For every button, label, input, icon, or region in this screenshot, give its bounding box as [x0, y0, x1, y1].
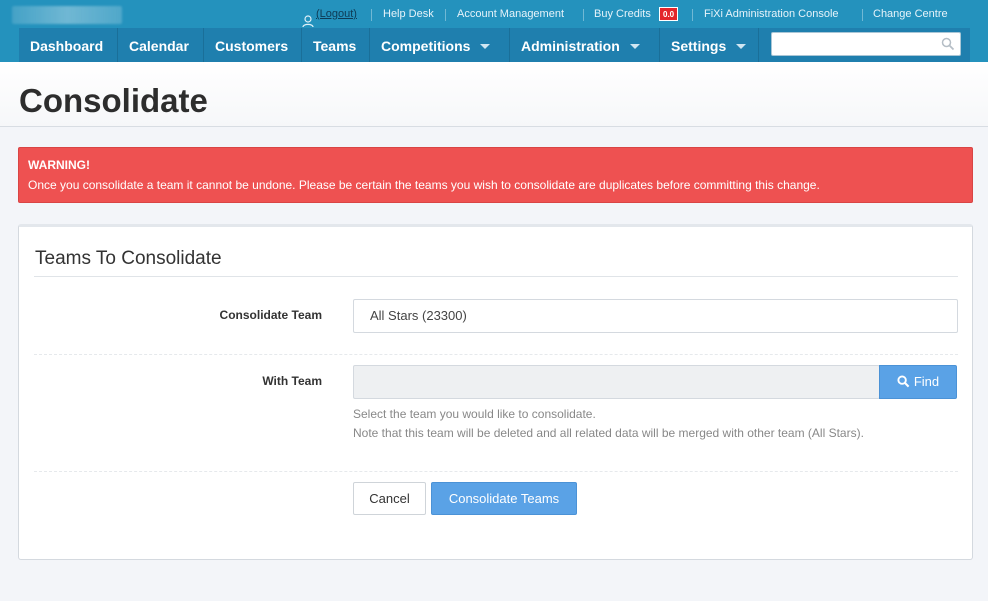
- with-team-label: With Team: [262, 374, 322, 388]
- find-button[interactable]: Find: [879, 365, 957, 399]
- caret-down-icon: [736, 43, 747, 49]
- credits-badge: 0.0: [659, 7, 679, 21]
- nav-label: Dashboard: [30, 38, 104, 54]
- nav-label: Competitions: [381, 38, 471, 54]
- consolidate-team-label: Consolidate Team: [219, 308, 322, 322]
- consolidate-team-field[interactable]: All Stars (23300): [353, 299, 958, 333]
- nav-label: Settings: [671, 38, 727, 54]
- divider: [445, 9, 446, 21]
- search-input[interactable]: [771, 32, 961, 56]
- buy-credits-link[interactable]: Buy Credits: [594, 8, 651, 20]
- page-title: Consolidate: [19, 82, 208, 119]
- help-desk-link[interactable]: Help Desk: [383, 8, 434, 20]
- help-note: Note that this team will be deleted and …: [353, 426, 864, 440]
- caret-down-icon: [480, 43, 491, 49]
- account-management-link[interactable]: Account Management: [457, 8, 564, 20]
- nav-dashboard[interactable]: Dashboard: [19, 28, 118, 62]
- consolidate-teams-button[interactable]: Consolidate Teams: [431, 482, 577, 515]
- warning-alert: WARNING! Once you consolidate a team it …: [18, 147, 973, 203]
- admin-console-link[interactable]: FiXi Administration Console: [704, 8, 839, 20]
- nav-label: Administration: [521, 38, 620, 54]
- nav-competitions[interactable]: Competitions: [370, 28, 510, 62]
- row-divider: [34, 354, 958, 355]
- nav-label: Teams: [313, 38, 357, 54]
- user-icon: [302, 15, 314, 28]
- nav-customers[interactable]: Customers: [204, 28, 302, 62]
- panel-divider: [34, 276, 958, 277]
- warning-title: WARNING!: [28, 158, 90, 172]
- find-label: Find: [913, 374, 940, 389]
- logout-link[interactable]: (Logout): [316, 8, 357, 20]
- utility-links: (Logout) Help Desk Account Management Bu…: [0, 8, 988, 28]
- row-divider: [34, 471, 958, 472]
- nav-label: Calendar: [129, 38, 189, 54]
- nav-label: Customers: [215, 38, 289, 54]
- help-text: Select the team you would like to consol…: [353, 407, 596, 421]
- cancel-button[interactable]: Cancel: [353, 482, 426, 515]
- caret-down-icon: [629, 43, 640, 49]
- search-icon[interactable]: [941, 37, 955, 51]
- nav-administration[interactable]: Administration: [510, 28, 660, 62]
- divider: [583, 9, 584, 21]
- warning-text: Once you consolidate a team it cannot be…: [28, 178, 820, 192]
- with-team-field[interactable]: [353, 365, 880, 399]
- divider: [862, 9, 863, 21]
- panel-title: Teams To Consolidate: [35, 248, 222, 269]
- nav-calendar[interactable]: Calendar: [118, 28, 204, 62]
- nav-teams[interactable]: Teams: [302, 28, 370, 62]
- magnifier-icon: [897, 375, 910, 388]
- divider: [692, 9, 693, 21]
- top-header: (Logout) Help Desk Account Management Bu…: [0, 0, 988, 62]
- consolidate-panel: Teams To Consolidate Consolidate Team Al…: [18, 224, 973, 560]
- change-centre-link[interactable]: Change Centre: [873, 8, 948, 20]
- nav-settings[interactable]: Settings: [660, 28, 759, 62]
- divider: [371, 9, 372, 21]
